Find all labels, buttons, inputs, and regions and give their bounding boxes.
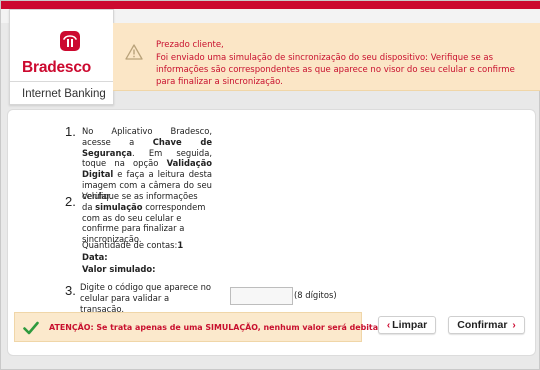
simulated-value-label: Valor simulado: [82,264,156,274]
step-2-bold-a: simulação [95,201,143,212]
top-brand-bar [1,1,540,9]
brand-logo-card: Bradesco Internet Banking [9,9,114,105]
step-2-text: Verifique se as informações da simulação… [82,191,206,245]
step-3-text: Digite o código que aparece no celular p… [80,282,212,314]
alert-title: Prezado cliente, [156,40,224,50]
code-digits-hint: (8 dígitos) [294,290,337,300]
clear-button[interactable]: ‹ Limpar [378,316,436,334]
simulated-value-row: Valor simulado: [82,264,156,274]
bradesco-logo-icon [60,31,80,51]
clear-button-label: Limpar [392,319,428,331]
simulation-warning-bar: ATENÇÃO: Se trata apenas de uma SIMULAÇÃ… [14,312,392,342]
chevron-left-icon: ‹ [386,319,391,331]
chevron-right-icon: › [512,319,516,331]
qty-accounts-row: Quantidade de contas:1 [82,240,183,250]
confirm-button-label: Confirmar [457,319,508,331]
validation-code-input[interactable] [230,287,293,305]
warning-text: ATENÇÃO: Se trata apenas de uma SIMULAÇÃ… [49,323,393,332]
warning-triangle-icon [125,44,143,64]
step-3-number: 3. [65,283,76,298]
checkmark-icon [23,320,39,339]
alert-message: Foi enviado uma simulação de sincronizaç… [156,53,515,87]
qty-value: 1 [177,240,184,250]
date-label: Data: [82,252,108,262]
logo-divider [10,81,113,82]
step-2-number: 2. [65,194,76,209]
brand-subtitle: Internet Banking [22,88,106,100]
date-row: Data: [82,252,108,262]
qty-label: Quantidade de contas: [82,240,178,250]
confirm-button[interactable]: Confirmar › [448,316,525,334]
validation-panel: 1. No Aplicativo Bradesco, acesse a Chav… [7,109,536,356]
brand-name: Bradesco [22,59,92,76]
sync-alert-banner: Prezado cliente, Foi enviado uma simulaç… [113,23,540,91]
step-1-number: 1. [65,124,76,139]
page-frame: Bradesco Internet Banking Prezado client… [0,0,540,370]
